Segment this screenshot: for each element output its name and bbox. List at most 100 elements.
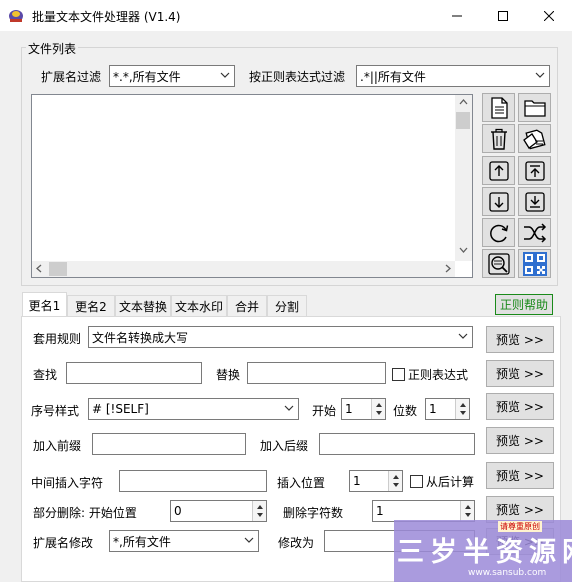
tab-rename1[interactable]: 更名1 bbox=[22, 292, 67, 317]
find-label: 查找 bbox=[33, 368, 58, 382]
digits-spinner[interactable]: 1 bbox=[425, 398, 470, 420]
shuffle-button[interactable] bbox=[518, 218, 551, 247]
insert-input[interactable] bbox=[119, 470, 267, 492]
chevron-down-icon bbox=[535, 72, 545, 78]
seq-style-label: 序号样式 bbox=[31, 404, 80, 418]
tab-text-replace[interactable]: 文本替换 bbox=[115, 295, 171, 316]
rule-label: 套用规则 bbox=[33, 332, 82, 346]
tab-text-watermark[interactable]: 文本水印 bbox=[171, 295, 227, 316]
preview-replace-button[interactable]: 预览 >> bbox=[486, 360, 554, 387]
vertical-scrollbar[interactable] bbox=[455, 95, 472, 261]
regex-checkbox-label: 正则表达式 bbox=[408, 368, 469, 382]
file-listbox[interactable] bbox=[31, 94, 473, 278]
tab-merge[interactable]: 合并 bbox=[227, 295, 267, 316]
insert-pos-label: 插入位置 bbox=[277, 476, 326, 490]
maximize-button[interactable] bbox=[480, 0, 526, 31]
ext-modify-value: *,所有文件 bbox=[113, 534, 171, 549]
qr-code-icon bbox=[522, 251, 547, 276]
delete-count-label: 删除字符数 bbox=[283, 506, 344, 520]
modify-to-label: 修改为 bbox=[278, 536, 315, 550]
prefix-input[interactable] bbox=[92, 433, 246, 455]
arrow-to-bottom-icon bbox=[524, 191, 545, 212]
rule-combo[interactable]: 文件名转换成大写 bbox=[88, 326, 473, 348]
delete-count-spinner[interactable]: 1 bbox=[372, 500, 475, 522]
move-down-button[interactable] bbox=[482, 187, 515, 216]
preview-delete-button[interactable]: 预览 >> bbox=[486, 496, 554, 523]
add-folder-button[interactable] bbox=[518, 93, 551, 122]
eraser-icon bbox=[522, 129, 546, 149]
arrow-down-icon bbox=[488, 191, 509, 212]
horizontal-scrollbar[interactable] bbox=[32, 261, 455, 277]
insert-pos-spinner[interactable]: 1 bbox=[349, 470, 403, 492]
move-top-button[interactable] bbox=[518, 156, 551, 185]
start-value: 1 bbox=[345, 402, 353, 416]
seq-style-combo[interactable]: # [!SELF] bbox=[88, 398, 299, 420]
from-end-checkbox[interactable] bbox=[410, 475, 423, 488]
scroll-up-icon[interactable] bbox=[459, 99, 468, 105]
scroll-right-icon[interactable] bbox=[445, 264, 451, 273]
trash-icon bbox=[490, 128, 507, 150]
scroll-left-icon[interactable] bbox=[36, 264, 42, 273]
search-icon bbox=[487, 252, 510, 275]
scroll-down-icon[interactable] bbox=[459, 247, 468, 253]
refresh-icon bbox=[489, 224, 508, 242]
partial-delete-label: 部分删除: 开始位置 bbox=[33, 506, 137, 520]
horizontal-scroll-thumb[interactable] bbox=[49, 262, 67, 276]
watermark-text: 三岁半资源网 bbox=[397, 537, 572, 568]
tab-split[interactable]: 分割 bbox=[267, 295, 307, 316]
refresh-button[interactable] bbox=[482, 218, 515, 247]
regex-filter-value: .*||所有文件 bbox=[360, 69, 426, 84]
chevron-down-icon bbox=[284, 405, 294, 411]
regex-help-button[interactable]: 正则帮助 bbox=[495, 294, 553, 315]
regex-filter-label: 按正则表达式过滤 bbox=[249, 70, 346, 84]
spinner-arrows-icon[interactable] bbox=[460, 501, 474, 521]
digits-label: 位数 bbox=[393, 404, 418, 418]
preview-insert-button[interactable]: 预览 >> bbox=[486, 462, 554, 489]
suffix-input[interactable] bbox=[319, 433, 475, 455]
find-input[interactable] bbox=[66, 362, 202, 384]
delete-start-spinner[interactable]: 0 bbox=[170, 500, 267, 522]
spinner-arrows-icon[interactable] bbox=[371, 399, 385, 419]
watermark-stamp: 请尊重原创 bbox=[498, 521, 542, 532]
start-spinner[interactable]: 1 bbox=[341, 398, 386, 420]
regex-filter-combo[interactable]: .*||所有文件 bbox=[356, 65, 550, 87]
preview-rule-button[interactable]: 预览 >> bbox=[486, 326, 554, 353]
ext-filter-label: 扩展名过滤 bbox=[41, 70, 102, 84]
clear-list-button[interactable] bbox=[518, 124, 551, 153]
chevron-down-icon bbox=[244, 537, 254, 543]
prefix-label: 加入前缀 bbox=[33, 439, 82, 453]
spinner-arrows-icon[interactable] bbox=[455, 399, 469, 419]
digits-value: 1 bbox=[429, 402, 437, 416]
delete-file-button[interactable] bbox=[482, 124, 515, 153]
insert-pos-value: 1 bbox=[353, 474, 361, 488]
spinner-arrows-icon[interactable] bbox=[252, 501, 266, 521]
minimize-button[interactable] bbox=[434, 0, 480, 31]
replace-input[interactable] bbox=[247, 362, 386, 384]
search-files-button[interactable] bbox=[482, 249, 515, 278]
ext-filter-combo[interactable]: *.*,所有文件 bbox=[109, 65, 235, 87]
chevron-down-icon bbox=[220, 72, 230, 78]
close-button[interactable] bbox=[526, 0, 572, 31]
minimize-icon bbox=[452, 15, 462, 16]
file-list-group-label: 文件列表 bbox=[26, 40, 79, 57]
spinner-arrows-icon[interactable] bbox=[388, 471, 402, 491]
insert-label: 中间插入字符 bbox=[31, 476, 104, 490]
ext-filter-value: *.*,所有文件 bbox=[113, 69, 181, 84]
qr-code-button[interactable] bbox=[518, 249, 551, 278]
maximize-icon bbox=[498, 10, 508, 21]
add-file-button[interactable] bbox=[482, 93, 515, 122]
delete-start-value: 0 bbox=[174, 504, 182, 518]
preview-seq-button[interactable]: 预览 >> bbox=[486, 393, 554, 420]
delete-count-value: 1 bbox=[376, 504, 384, 518]
tab-rename2[interactable]: 更名2 bbox=[67, 295, 115, 316]
vertical-scroll-thumb[interactable] bbox=[456, 112, 470, 129]
move-bottom-button[interactable] bbox=[518, 187, 551, 216]
ext-modify-combo[interactable]: *,所有文件 bbox=[109, 530, 259, 552]
arrow-to-top-icon bbox=[524, 160, 545, 181]
move-up-button[interactable] bbox=[482, 156, 515, 185]
regex-checkbox[interactable] bbox=[392, 368, 405, 381]
shuffle-icon bbox=[523, 222, 546, 243]
watermark-url: www.sansub.com bbox=[468, 568, 547, 578]
preview-prefix-button[interactable]: 预览 >> bbox=[486, 427, 554, 454]
replace-label: 替换 bbox=[216, 368, 241, 382]
